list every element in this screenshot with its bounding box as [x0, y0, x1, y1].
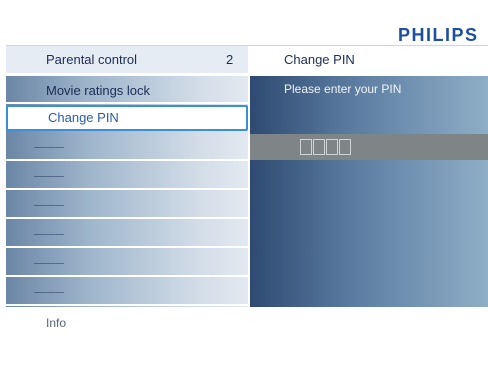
menu-item-empty[interactable] [6, 251, 248, 277]
philips-logo: PHILIPS [398, 25, 479, 45]
menu-item-label: Movie ratings lock [46, 83, 151, 98]
pin-digit-box[interactable] [339, 139, 351, 155]
menu-item-empty[interactable] [6, 135, 248, 161]
pin-digit-box[interactable] [326, 139, 338, 155]
empty-slot-marker [34, 263, 64, 264]
change-pin-panel [250, 76, 488, 307]
menu-list: Movie ratings lock Change PIN [6, 76, 248, 307]
empty-slot-marker [34, 205, 64, 206]
empty-slot-marker [34, 292, 64, 293]
menu-header-page-number: 2 [226, 52, 234, 67]
pin-digit-box[interactable] [300, 139, 312, 155]
menu-item-empty[interactable] [6, 164, 248, 190]
panel-header-title: Change PIN [284, 52, 355, 67]
pin-digit-box[interactable] [313, 139, 325, 155]
panel-header: Change PIN [248, 46, 488, 73]
pin-entry-bar[interactable] [250, 134, 488, 160]
menu-item-empty[interactable] [6, 193, 248, 219]
empty-slot-marker [34, 147, 64, 148]
menu-item-change-pin[interactable]: Change PIN [6, 105, 248, 131]
menu-header: Parental control 2 [6, 46, 248, 73]
pin-prompt: Please enter your PIN [284, 82, 402, 96]
empty-slot-marker [34, 176, 64, 177]
menu-item-empty[interactable] [6, 280, 248, 306]
menu-item-movie-ratings-lock[interactable]: Movie ratings lock [6, 78, 248, 104]
empty-slot-marker [34, 234, 64, 235]
menu-header-title: Parental control [46, 52, 138, 67]
menu-item-empty[interactable] [6, 222, 248, 248]
menu-item-label: Change PIN [48, 110, 119, 125]
info-label: Info [46, 316, 67, 330]
